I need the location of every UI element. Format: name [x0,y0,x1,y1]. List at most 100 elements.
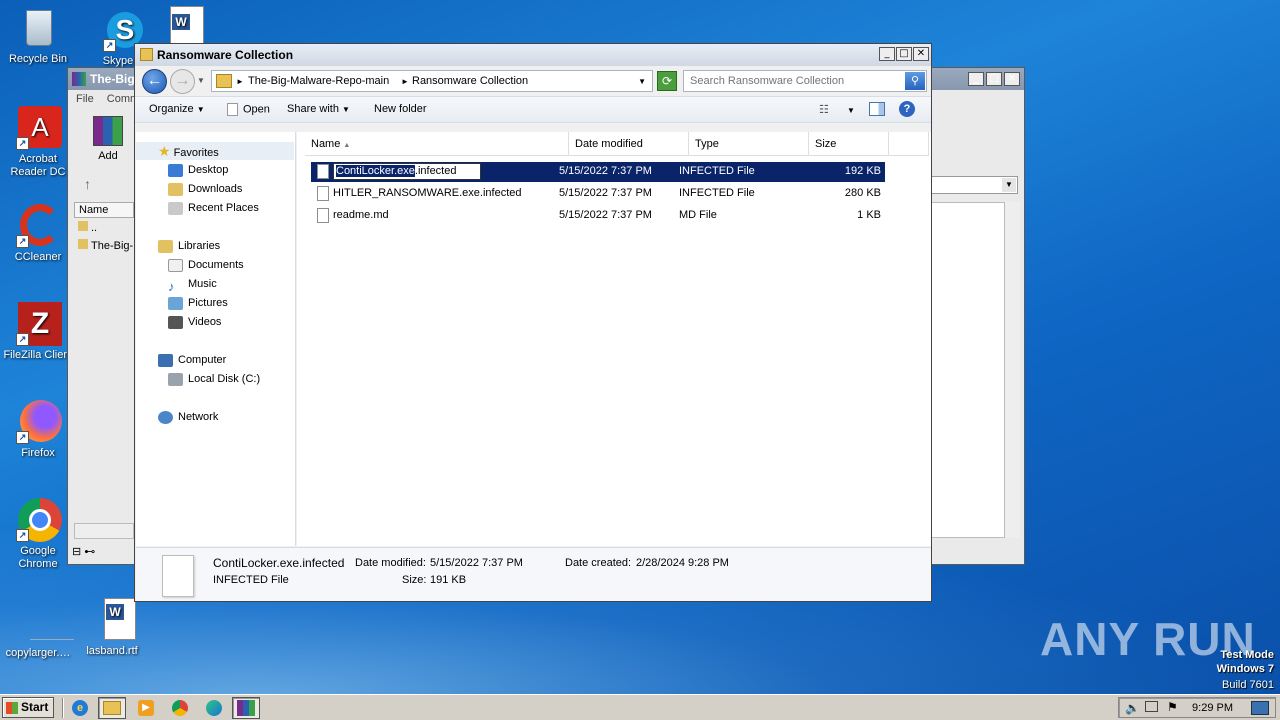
organize-menu[interactable]: Organize ▼ [149,103,205,115]
taskbar-ie[interactable]: e [66,697,94,719]
forward-button[interactable]: → [170,69,195,94]
breadcrumb-repo[interactable]: The-Big-Malware-Repo-main [248,75,389,87]
explorer-titlebar[interactable]: Ransomware Collection _ □ ✕ [135,44,931,66]
desktop-icon-ccleaner[interactable]: ↗ CCleaner [0,204,76,264]
history-dropdown-icon[interactable]: ▼ [197,76,205,85]
winrar-address-combo[interactable]: ▼ [930,176,1018,194]
desktop-icon-filezilla[interactable]: Z ↗ FileZilla Client [0,302,76,362]
nav-pictures[interactable]: Pictures [168,294,228,312]
search-icon[interactable]: ⚲ [905,72,925,90]
desktop-icon-recycle-bin[interactable]: Recycle Bin [0,6,76,66]
column-header-size[interactable]: Size [809,132,889,156]
breadcrumb-separator-icon: ► [236,77,244,86]
nav-documents[interactable]: Documents [168,256,244,274]
column-header-name[interactable]: Name ▲ [305,132,569,156]
clock[interactable]: 9:29 PM [1192,702,1233,714]
file-list[interactable]: Name ▲ Date modified Type Size ContiLock… [297,132,931,546]
file-type: INFECTED File [679,187,755,199]
details-size-label: Size: [402,574,427,586]
minimize-button[interactable]: _ [879,47,895,61]
new-folder-button[interactable]: New folder [374,103,427,115]
nav-desktop[interactable]: Desktop [168,161,228,179]
chevron-down-icon[interactable]: ▼ [847,106,855,115]
file-date: 5/15/2022 7:37 PM [559,187,652,199]
file-row[interactable]: HITLER_RANSOMWARE.exe.infected 5/15/2022… [311,184,885,204]
search-box[interactable]: ⚲ [683,70,927,92]
nav-music[interactable]: ♪ Music [168,275,217,294]
volume-icon[interactable]: 🔈 [1125,701,1140,715]
explorer-window[interactable]: Ransomware Collection _ □ ✕ ← → ▼ ► The-… [134,43,932,602]
taskbar-chrome[interactable] [166,697,194,719]
start-button[interactable]: Start [2,697,54,718]
chrome-icon [172,700,188,716]
up-arrow-icon[interactable]: ↑ [84,176,91,192]
file-row[interactable]: ContiLocker.exe.infected 5/15/2022 7:37 … [311,162,885,182]
desktop-icon-copylarger[interactable]: copylarger.… [0,600,76,660]
pictures-icon [168,296,183,310]
winrar-maximize-button[interactable]: □ [986,72,1002,86]
file-date: 5/15/2022 7:37 PM [559,209,652,221]
preview-pane-icon[interactable] [869,102,885,116]
winrar-minimize-button[interactable]: _ [968,72,984,86]
desktop-icon-acrobat[interactable]: A ↗ Acrobat Reader DC [0,106,76,179]
breadcrumb-current[interactable]: Ransomware Collection [412,75,528,87]
taskbar-edge[interactable] [200,697,228,719]
chevron-down-icon[interactable]: ▼ [1002,178,1016,192]
chevron-down-icon[interactable]: ▼ [638,77,646,86]
nav-recent-places[interactable]: Recent Places [168,199,259,217]
chevron-down-icon: ▼ [342,105,350,114]
desktop-icon-lasband[interactable]: W lasband.rtf [74,598,150,658]
winrar-row-folder[interactable]: The-Big- [78,239,133,252]
file-row[interactable]: readme.md 5/15/2022 7:37 PM MD File 1 KB [311,206,885,226]
winrar-vertical-scrollbar[interactable] [1004,202,1020,538]
taskbar-winrar[interactable] [232,697,260,719]
winrar-name-column[interactable]: Name [74,202,134,218]
winrar-menu-file[interactable]: File [76,93,94,105]
folder-icon [216,74,232,88]
address-bar[interactable]: ► The-Big-Malware-Repo-main ► Ransomware… [211,70,653,92]
details-filename: ContiLocker.exe.infected [213,556,345,570]
nav-videos[interactable]: Videos [168,313,221,331]
maximize-button[interactable]: □ [896,47,912,61]
nav-downloads[interactable]: Downloads [168,180,242,198]
taskbar: Start e ▶ 🔈 ⚑ 9:29 PM [0,694,1280,720]
nav-libraries[interactable]: Libraries [158,237,220,255]
file-name: HITLER_RANSOMWARE.exe.infected [333,187,522,199]
nav-local-disk[interactable]: Local Disk (C:) [168,370,260,388]
action-center-flag-icon[interactable]: ⚑ [1167,700,1178,714]
winrar-add-button[interactable]: Add [88,116,128,168]
nav-network[interactable]: Network [158,408,218,426]
taskbar-explorer[interactable] [98,697,126,719]
share-with-menu[interactable]: Share with ▼ [287,103,350,115]
rename-input[interactable]: ContiLocker.exe.infected [333,163,481,180]
close-button[interactable]: ✕ [913,47,929,61]
blank-file-icon [16,600,74,644]
winrar-close-button[interactable]: ✕ [1004,72,1020,86]
file-size: 280 KB [844,187,881,199]
desktop-icon-firefox[interactable]: ↗ Firefox [0,400,76,460]
folder-icon [78,221,88,231]
view-options-icon[interactable]: ☷ [819,103,829,116]
folder-icon [140,48,153,61]
file-size: 192 KB [844,165,881,177]
details-size: 191 KB [430,574,467,586]
file-type: MD File [679,209,717,221]
column-header-date[interactable]: Date modified [569,132,689,156]
back-button[interactable]: ← [142,69,167,94]
nav-favorites[interactable]: ★ Favorites [158,142,219,160]
nav-computer[interactable]: Computer [158,351,226,369]
show-desktop-icon[interactable] [1251,701,1269,715]
help-icon[interactable]: ? [899,101,915,117]
column-header-type[interactable]: Type [689,132,809,156]
winrar-horizontal-scrollbar[interactable] [74,523,134,539]
open-button[interactable]: Open [227,103,270,116]
navigation-pane: ★ Favorites Desktop Downloads Recent Plac… [136,132,296,546]
taskbar-media-player[interactable]: ▶ [132,697,160,719]
desktop-icon-chrome[interactable]: ↗ Google Chrome [0,498,76,571]
file-icon [317,208,329,223]
network-tray-icon[interactable] [1145,701,1158,712]
search-input[interactable] [684,71,894,91]
refresh-icon[interactable]: ⟳ [657,71,677,91]
acrobat-icon: A ↗ [16,106,62,150]
winrar-row-parent[interactable]: .. [78,221,97,234]
